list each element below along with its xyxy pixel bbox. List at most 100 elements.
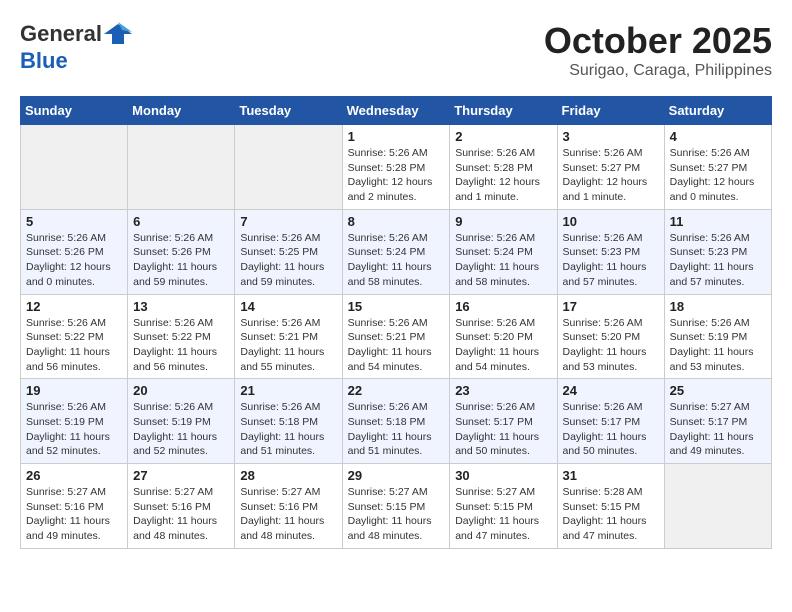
calendar-cell: 31 Sunrise: 5:28 AM Sunset: 5:15 PM Dayli… [557, 464, 664, 549]
calendar-cell: 14Sunrise: 5:26 AM Sunset: 5:21 PM Dayli… [235, 294, 342, 379]
logo: General Blue [20, 20, 132, 74]
day-number: 28 [240, 468, 336, 483]
day-number: 26 [26, 468, 122, 483]
calendar-cell: 13 Sunrise: 5:26 AM Sunset: 5:22 PM Dayli… [128, 294, 235, 379]
calendar-cell: 21Sunrise: 5:26 AM Sunset: 5:18 PM Dayli… [235, 379, 342, 464]
day-number: 30 [455, 468, 551, 483]
calendar-cell: 30 Sunrise: 5:27 AM Sunset: 5:15 PM Dayli… [450, 464, 557, 549]
calendar-cell: 9 Sunrise: 5:26 AM Sunset: 5:24 PM Daylig… [450, 209, 557, 294]
location-text: Surigao, Caraga, Philippines [544, 62, 772, 80]
day-info: Sunrise: 5:26 AM Sunset: 5:26 PM Dayligh… [133, 231, 229, 290]
calendar-cell [21, 125, 128, 210]
day-number: 11 [670, 214, 766, 229]
calendar-cell: 25Sunrise: 5:27 AM Sunset: 5:17 PM Dayli… [664, 379, 771, 464]
day-number: 23 [455, 383, 551, 398]
day-number: 13 [133, 299, 229, 314]
day-number: 19 [26, 383, 122, 398]
day-number: 1 [348, 129, 445, 144]
calendar-cell: 17 Sunrise: 5:26 AM Sunset: 5:20 PM Dayli… [557, 294, 664, 379]
day-number: 9 [455, 214, 551, 229]
calendar-cell: 19Sunrise: 5:26 AM Sunset: 5:19 PM Dayli… [21, 379, 128, 464]
day-number: 14 [240, 299, 336, 314]
weekday-header-wednesday: Wednesday [342, 97, 450, 125]
day-info: Sunrise: 5:26 AM Sunset: 5:24 PM Dayligh… [348, 231, 445, 290]
day-info: Sunrise: 5:27 AM Sunset: 5:15 PM Dayligh… [348, 485, 445, 544]
weekday-header-row: SundayMondayTuesdayWednesdayThursdayFrid… [21, 97, 772, 125]
day-number: 6 [133, 214, 229, 229]
week-row-2: 5Sunrise: 5:26 AM Sunset: 5:26 PM Daylig… [21, 209, 772, 294]
day-number: 31 [563, 468, 659, 483]
day-number: 17 [563, 299, 659, 314]
calendar-cell [664, 464, 771, 549]
day-info: Sunrise: 5:28 AM Sunset: 5:15 PM Dayligh… [563, 485, 659, 544]
logo-blue-text: Blue [20, 48, 68, 74]
day-info: Sunrise: 5:27 AM Sunset: 5:15 PM Dayligh… [455, 485, 551, 544]
day-info: Sunrise: 5:26 AM Sunset: 5:22 PM Dayligh… [133, 316, 229, 375]
calendar-cell: 28 Sunrise: 5:27 AM Sunset: 5:16 PM Dayli… [235, 464, 342, 549]
day-info: Sunrise: 5:26 AM Sunset: 5:27 PM Dayligh… [670, 146, 766, 205]
day-info: Sunrise: 5:27 AM Sunset: 5:16 PM Dayligh… [240, 485, 336, 544]
day-info: Sunrise: 5:26 AM Sunset: 5:27 PM Dayligh… [563, 146, 659, 205]
week-row-1: 1 Sunrise: 5:26 AM Sunset: 5:28 PM Daylig… [21, 125, 772, 210]
day-info: Sunrise: 5:26 AM Sunset: 5:17 PM Dayligh… [563, 400, 659, 459]
day-number: 22 [348, 383, 445, 398]
calendar-cell: 20 Sunrise: 5:26 AM Sunset: 5:19 PM Dayli… [128, 379, 235, 464]
weekday-header-sunday: Sunday [21, 97, 128, 125]
calendar-cell [128, 125, 235, 210]
calendar-cell: 10 Sunrise: 5:26 AM Sunset: 5:23 PM Dayli… [557, 209, 664, 294]
calendar-cell: 16Sunrise: 5:26 AM Sunset: 5:20 PM Dayli… [450, 294, 557, 379]
calendar-cell: 12Sunrise: 5:26 AM Sunset: 5:22 PM Dayli… [21, 294, 128, 379]
day-number: 27 [133, 468, 229, 483]
day-info: Sunrise: 5:26 AM Sunset: 5:21 PM Dayligh… [348, 316, 445, 375]
week-row-3: 12Sunrise: 5:26 AM Sunset: 5:22 PM Dayli… [21, 294, 772, 379]
page-header: General Blue October 2025 Surigao, Carag… [20, 20, 772, 80]
calendar-cell: 3 Sunrise: 5:26 AM Sunset: 5:27 PM Daylig… [557, 125, 664, 210]
weekday-header-saturday: Saturday [664, 97, 771, 125]
day-info: Sunrise: 5:26 AM Sunset: 5:24 PM Dayligh… [455, 231, 551, 290]
day-info: Sunrise: 5:26 AM Sunset: 5:23 PM Dayligh… [670, 231, 766, 290]
day-number: 20 [133, 383, 229, 398]
calendar-cell: 11 Sunrise: 5:26 AM Sunset: 5:23 PM Dayli… [664, 209, 771, 294]
calendar-cell: 23 Sunrise: 5:26 AM Sunset: 5:17 PM Dayli… [450, 379, 557, 464]
day-info: Sunrise: 5:26 AM Sunset: 5:18 PM Dayligh… [348, 400, 445, 459]
calendar-cell: 8 Sunrise: 5:26 AM Sunset: 5:24 PM Daylig… [342, 209, 450, 294]
day-number: 4 [670, 129, 766, 144]
logo-bird-icon [104, 20, 132, 48]
day-info: Sunrise: 5:26 AM Sunset: 5:19 PM Dayligh… [133, 400, 229, 459]
day-number: 29 [348, 468, 445, 483]
weekday-header-tuesday: Tuesday [235, 97, 342, 125]
calendar-cell: 24 Sunrise: 5:26 AM Sunset: 5:17 PM Dayli… [557, 379, 664, 464]
day-info: Sunrise: 5:26 AM Sunset: 5:17 PM Dayligh… [455, 400, 551, 459]
calendar-cell: 6 Sunrise: 5:26 AM Sunset: 5:26 PM Daylig… [128, 209, 235, 294]
calendar-cell: 1 Sunrise: 5:26 AM Sunset: 5:28 PM Daylig… [342, 125, 450, 210]
day-number: 24 [563, 383, 659, 398]
day-info: Sunrise: 5:26 AM Sunset: 5:20 PM Dayligh… [455, 316, 551, 375]
weekday-header-monday: Monday [128, 97, 235, 125]
calendar-cell: 18 Sunrise: 5:26 AM Sunset: 5:19 PM Dayli… [664, 294, 771, 379]
month-title: October 2025 [544, 20, 772, 62]
calendar-cell: 27 Sunrise: 5:27 AM Sunset: 5:16 PM Dayli… [128, 464, 235, 549]
weekday-header-thursday: Thursday [450, 97, 557, 125]
day-number: 3 [563, 129, 659, 144]
week-row-5: 26 Sunrise: 5:27 AM Sunset: 5:16 PM Dayli… [21, 464, 772, 549]
day-info: Sunrise: 5:26 AM Sunset: 5:22 PM Dayligh… [26, 316, 122, 375]
day-number: 18 [670, 299, 766, 314]
day-info: Sunrise: 5:26 AM Sunset: 5:28 PM Dayligh… [455, 146, 551, 205]
calendar-cell: 5Sunrise: 5:26 AM Sunset: 5:26 PM Daylig… [21, 209, 128, 294]
day-number: 7 [240, 214, 336, 229]
day-number: 8 [348, 214, 445, 229]
day-info: Sunrise: 5:26 AM Sunset: 5:20 PM Dayligh… [563, 316, 659, 375]
day-info: Sunrise: 5:27 AM Sunset: 5:16 PM Dayligh… [133, 485, 229, 544]
day-info: Sunrise: 5:26 AM Sunset: 5:18 PM Dayligh… [240, 400, 336, 459]
day-info: Sunrise: 5:26 AM Sunset: 5:23 PM Dayligh… [563, 231, 659, 290]
title-block: October 2025 Surigao, Caraga, Philippine… [544, 20, 772, 80]
calendar-cell [235, 125, 342, 210]
day-info: Sunrise: 5:26 AM Sunset: 5:19 PM Dayligh… [670, 316, 766, 375]
day-number: 10 [563, 214, 659, 229]
day-info: Sunrise: 5:26 AM Sunset: 5:26 PM Dayligh… [26, 231, 122, 290]
logo-general-text: General [20, 21, 102, 47]
day-info: Sunrise: 5:26 AM Sunset: 5:28 PM Dayligh… [348, 146, 445, 205]
calendar-cell: 4 Sunrise: 5:26 AM Sunset: 5:27 PM Daylig… [664, 125, 771, 210]
calendar-cell: 22 Sunrise: 5:26 AM Sunset: 5:18 PM Dayli… [342, 379, 450, 464]
calendar-table: SundayMondayTuesdayWednesdayThursdayFrid… [20, 96, 772, 549]
